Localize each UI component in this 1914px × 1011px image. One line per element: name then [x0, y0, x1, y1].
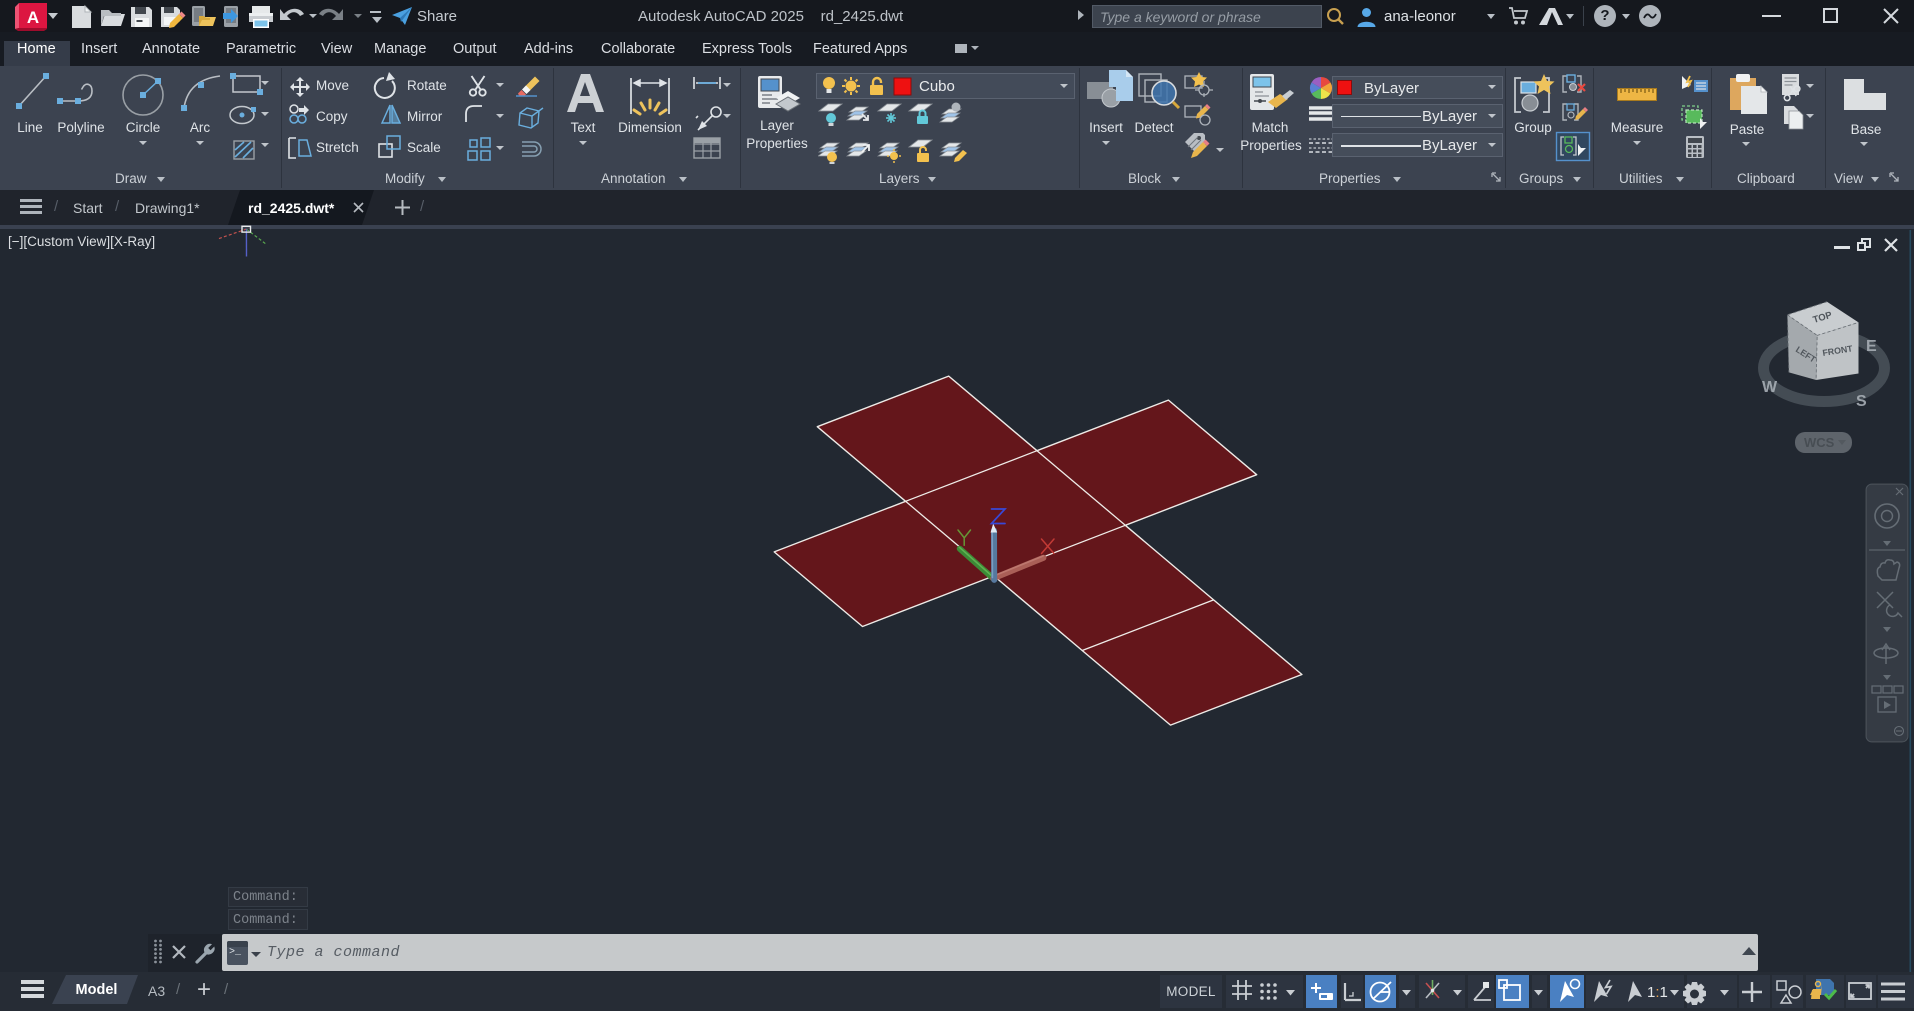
svg-text:S: S [1856, 393, 1867, 410]
svg-text:WCS: WCS [1804, 435, 1835, 450]
svg-text:1:1: 1:1 [1647, 984, 1668, 1001]
svg-text:W: W [1762, 379, 1778, 396]
svg-text:E: E [1866, 338, 1877, 355]
svg-text:A: A [27, 8, 39, 27]
